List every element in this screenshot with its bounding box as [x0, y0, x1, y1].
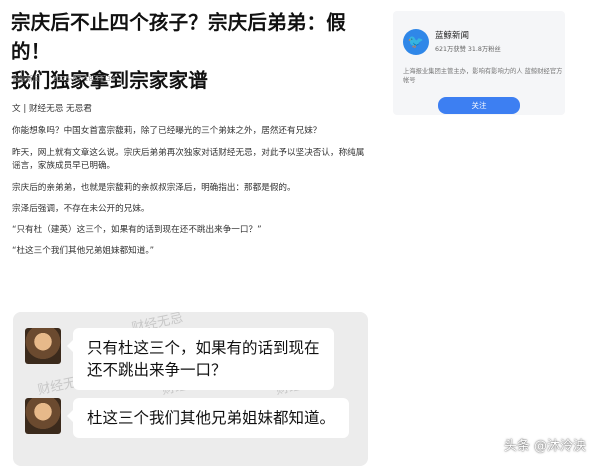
avatar: [25, 398, 61, 434]
bird-logo-icon[interactable]: 🐦: [403, 29, 429, 55]
article-paragraph: 宗庆后的亲弟弟，也就是宗馥莉的亲叔叔宗泽后，明确指出：那都是假的。: [12, 183, 296, 193]
chat-message: 杜这三个我们其他兄弟姐妹都知道。: [25, 398, 350, 438]
article-body: 文 | 财经无忌 无忌君 你能想象吗？中国女首富宗馥莉，除了已经曝光的三个弟妹之…: [12, 103, 372, 267]
account-stats: 621万获赞 31.8万粉丝: [435, 46, 501, 53]
chat-message: 只有杜这三个，如果有的话到现在 还不跳出来争一口？: [25, 328, 334, 390]
chat-bubble-line: 只有杜这三个，如果有的话到现在: [87, 339, 320, 357]
article-quote: “杜这三个我们其他兄弟姐妹都知道。”: [12, 246, 155, 256]
article-paragraph: 昨天，网上就有文章这么说。宗庆后弟弟再次独家对话财经无忌，对此予以坚决否认，称纯…: [12, 148, 365, 171]
brand-watermark: 头条 @沐泠泱: [503, 439, 586, 454]
article-paragraph: 你能想象吗？中国女首富宗馥莉，除了已经曝光的三个弟妹之外，居然还有兄妹？: [12, 126, 322, 136]
author-card: 🐦 蓝鲸新闻 621万获赞 31.8万粉丝 上海报业集团主管主办，影响有影响力的…: [393, 11, 565, 115]
article-source[interactable]: 蓝鲸新闻: [12, 75, 40, 83]
follow-button[interactable]: 关注: [438, 97, 520, 114]
chat-bubble: 只有杜这三个，如果有的话到现在 还不跳出来争一口？: [67, 328, 334, 390]
account-name[interactable]: 蓝鲸新闻: [435, 29, 469, 41]
chat-bubble-line: 杜这三个我们其他兄弟姐妹都知道。: [87, 409, 336, 427]
chat-bubble-line: 还不跳出来争一口？: [87, 361, 227, 379]
article-meta: 蓝鲸新闻 2025-07-18 11:34: [12, 74, 115, 84]
article-paragraph: 宗泽后强调，不存在未公开的兄妹。: [12, 204, 150, 214]
chat-screenshot: 财经无忌 财经无忌 财经无忌 财经无忌 只有杜这三个，如果有的话到现在 还不跳出…: [13, 312, 368, 466]
title-line-1: 宗庆后不止四个孩子？宗庆后弟弟：假的！: [11, 11, 346, 63]
account-description: 上海报业集团主管主办，影响有影响力的人 蓝鲸财经官方帐号: [403, 68, 563, 84]
article-datetime: 2025-07-18 11:34: [52, 75, 116, 83]
chat-bubble: 杜这三个我们其他兄弟姐妹都知道。: [66, 398, 350, 438]
article-quote: “只有杜（建英）这三个，如果有的话到现在还不跳出来争一口？”: [12, 225, 262, 235]
avatar: [25, 328, 61, 364]
byline: 文 | 财经无忌 无忌君: [12, 104, 92, 114]
